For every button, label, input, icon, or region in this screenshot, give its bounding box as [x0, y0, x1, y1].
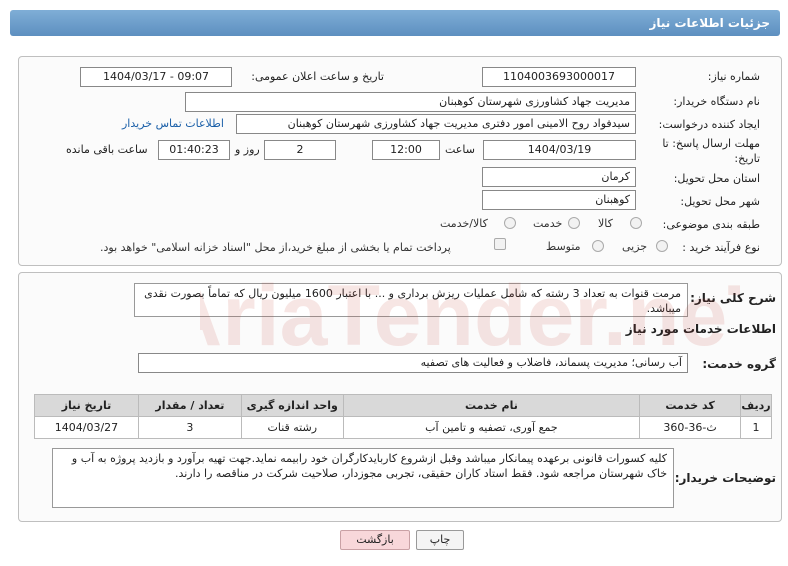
cell-service-name: جمع آوری، تصفیه و تامین آب	[342, 416, 641, 439]
announce-date-field: 1404/03/17 - 09:07	[80, 67, 232, 87]
category-radio-goods[interactable]	[630, 217, 642, 229]
process-option-medium: متوسط	[546, 240, 581, 253]
summary-label: شرح کلی نیاز:	[690, 291, 776, 305]
summary-textarea[interactable]: مرمت قنوات به تعداد 3 رشته که شامل عملیا…	[134, 283, 688, 317]
days-label: روز و	[235, 143, 260, 156]
back-button[interactable]: بازگشت	[340, 530, 410, 550]
cell-need-date: 1404/03/27	[34, 416, 139, 439]
service-group-field: آب رسانی؛ مدیریت پسماند، فاضلاب و فعالیت…	[138, 353, 688, 373]
category-radio-service[interactable]	[568, 217, 580, 229]
buyer-notes-label: توضیحات خریدار:	[674, 471, 776, 485]
need-number-field: 1104003693000017	[482, 67, 636, 87]
category-option-service: خدمت	[533, 217, 563, 230]
col-service-code: کد خدمت	[639, 394, 742, 417]
buyer-org-label: نام دستگاه خریدار:	[673, 95, 760, 108]
category-label: طبقه بندی موضوعی:	[662, 218, 760, 231]
announce-date-label: تاریخ و ساعت اعلان عمومی:	[251, 70, 384, 83]
cell-unit: رشته قنات	[240, 416, 344, 439]
deadline-label: مهلت ارسال پاسخ: تا	[662, 137, 760, 150]
service-group-label: گروه خدمت:	[702, 357, 776, 371]
need-info-panel	[18, 56, 782, 266]
page-title: جزئیات اطلاعات نیاز	[10, 10, 780, 36]
need-number-label: شماره نیاز:	[707, 70, 760, 83]
cell-service-code: ث-36-360	[639, 416, 742, 439]
process-type-label: نوع فرآیند خرید :	[682, 241, 760, 254]
buyer-org-field: مدیریت جهاد کشاورزی شهرستان کوهبنان	[185, 92, 636, 112]
remaining-time-field: 01:40:23	[158, 140, 230, 160]
buyer-notes-textarea[interactable]: کلیه کسورات قانونی برعهده پیمانکار میباش…	[52, 448, 674, 508]
days-remaining-field: 2	[264, 140, 336, 160]
category-radio-goods-service[interactable]	[504, 217, 516, 229]
province-field: کرمان	[482, 167, 636, 187]
col-need-date: تاریخ نیاز	[34, 394, 139, 417]
process-radio-medium[interactable]	[592, 240, 604, 252]
category-option-goods-service: کالا/خدمت	[440, 217, 488, 230]
col-row: ردیف	[740, 394, 772, 417]
col-service-name: نام خدمت	[342, 394, 641, 417]
services-table: ردیف کد خدمت نام خدمت واحد اندازه گیری ت…	[34, 394, 772, 439]
deadline-time-label: ساعت	[445, 143, 475, 156]
deadline-time-field: 12:00	[372, 140, 440, 160]
deadline-date-label: تاریخ:	[734, 152, 760, 165]
services-table-header: ردیف کد خدمت نام خدمت واحد اندازه گیری ت…	[34, 394, 772, 417]
buyer-contact-link[interactable]: اطلاعات تماس خریدار	[122, 117, 224, 130]
process-option-minor: جزیی	[622, 240, 648, 253]
creator-field: سیدفواد روح الامینی امور دفتری مدیریت جه…	[236, 114, 636, 134]
city-field: کوهبنان	[482, 190, 636, 210]
remaining-time-label: ساعت باقی مانده	[66, 143, 148, 156]
deadline-date-field: 1404/03/19	[483, 140, 636, 160]
treasury-payment-checkbox[interactable]	[494, 238, 506, 250]
category-option-goods: کالا	[598, 217, 613, 230]
treasury-payment-note: پرداخت تمام یا بخشی از مبلغ خرید،از محل …	[100, 241, 451, 254]
process-radio-minor[interactable]	[656, 240, 668, 252]
city-label: شهر محل تحویل:	[680, 195, 760, 208]
col-unit: واحد اندازه گیری	[240, 394, 344, 417]
table-row: 1 ث-36-360 جمع آوری، تصفیه و تامین آب رش…	[34, 416, 772, 439]
services-section-title: اطلاعات خدمات مورد نیاز	[625, 322, 776, 336]
print-button[interactable]: چاپ	[416, 530, 464, 550]
col-quantity: تعداد / مقدار	[137, 394, 242, 417]
creator-label: ایجاد کننده درخواست:	[658, 118, 760, 131]
cell-row: 1	[740, 416, 772, 439]
province-label: استان محل تحویل:	[673, 172, 760, 185]
cell-quantity: 3	[137, 416, 242, 439]
